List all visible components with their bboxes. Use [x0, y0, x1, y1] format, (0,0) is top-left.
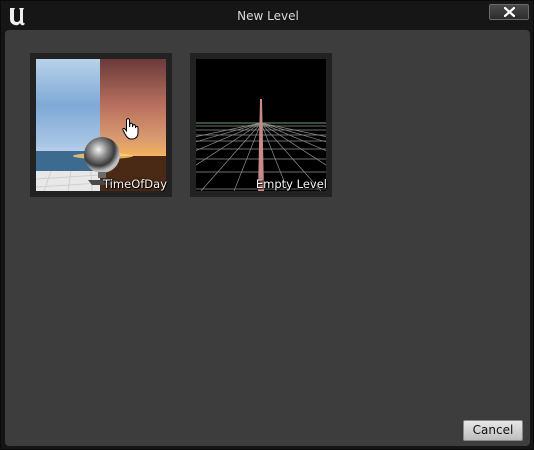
template-tile-time-of-day[interactable]: TimeOfDay: [30, 53, 172, 197]
window-title: New Level: [237, 9, 299, 23]
template-label: TimeOfDay: [103, 177, 167, 191]
time-of-day-sphere-thumbnail: [36, 59, 166, 191]
close-x-icon: [504, 7, 515, 17]
template-label: Empty Level: [255, 177, 327, 191]
close-button[interactable]: [489, 4, 529, 20]
template-grid-panel: TimeOfDay Empty Level: [5, 30, 530, 446]
empty-grid-thumbnail: [196, 59, 326, 191]
new-level-dialog: New Level TimeOfDay Empty Level Cancel: [0, 0, 534, 450]
template-tile-empty-level[interactable]: Empty Level: [190, 53, 332, 197]
cancel-button[interactable]: Cancel: [463, 420, 523, 441]
hand-cursor-icon: [122, 118, 139, 140]
title-bar[interactable]: New Level: [1, 1, 533, 31]
